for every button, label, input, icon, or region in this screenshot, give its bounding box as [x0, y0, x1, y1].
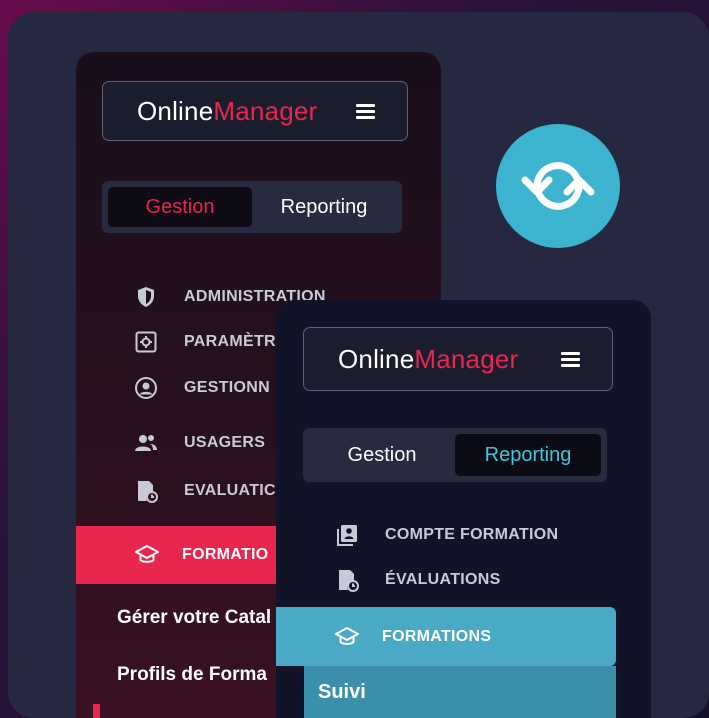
- logo: OnlineManager: [137, 95, 318, 126]
- tab-gestion[interactable]: Gestion: [108, 187, 252, 227]
- mode-switch: Gestion Reporting: [102, 181, 402, 233]
- menu-label: EVALUATIC: [184, 482, 276, 499]
- sub-item-profils[interactable]: Profils de Forma: [117, 664, 267, 686]
- sub-item-suivi[interactable]: Suivi: [304, 666, 616, 718]
- sub-item-catalogue[interactable]: Gérer votre Catal: [117, 607, 271, 629]
- evaluation-doc-icon: [134, 479, 158, 503]
- menu-item-parametres[interactable]: PARAMÈTR: [134, 330, 276, 354]
- menu-item-evaluations[interactable]: ÉVALUATIONS: [335, 568, 501, 592]
- graduation-cap-icon: [334, 625, 360, 649]
- sync-arrows-icon: [521, 162, 595, 210]
- logo-box[interactable]: OnlineManager: [303, 327, 613, 391]
- tab-reporting[interactable]: Reporting: [252, 187, 396, 227]
- users-icon: [134, 431, 158, 455]
- menu-item-evaluations[interactable]: EVALUATIC: [134, 479, 276, 503]
- mode-switch: Gestion Reporting: [303, 428, 607, 482]
- menu-item-gestionnaires[interactable]: GESTIONN: [134, 376, 270, 400]
- sub-item-label: Suivi: [318, 680, 366, 703]
- menu-item-usagers[interactable]: USAGERS: [134, 431, 265, 455]
- graduation-cap-icon: [134, 543, 160, 567]
- account-book-icon: [335, 523, 359, 547]
- active-indicator: [93, 704, 100, 718]
- menu-label: COMPTE FORMATION: [385, 526, 559, 543]
- menu-label: USAGERS: [184, 434, 266, 451]
- sync-badge: [496, 124, 620, 248]
- evaluation-doc-icon: [335, 568, 359, 592]
- menu-label: PARAMÈTR: [184, 333, 276, 350]
- reporting-panel: OnlineManager Gestion Reporting COMPTE F…: [276, 300, 651, 718]
- menu-item-compte-formation[interactable]: COMPTE FORMATION: [335, 523, 558, 547]
- tab-reporting[interactable]: Reporting: [455, 434, 601, 476]
- menu-label: FORMATIONS: [382, 627, 492, 645]
- shield-icon: [134, 285, 158, 309]
- logo: OnlineManager: [338, 343, 519, 374]
- hamburger-menu-icon[interactable]: [356, 104, 375, 119]
- settings-gear-icon: [134, 330, 158, 354]
- menu-label: ÉVALUATIONS: [385, 571, 501, 588]
- logo-box[interactable]: OnlineManager: [102, 81, 408, 141]
- menu-label: GESTIONN: [184, 379, 270, 396]
- menu-label: FORMATIO: [182, 546, 269, 563]
- hamburger-menu-icon[interactable]: [561, 352, 580, 367]
- menu-item-formations-active[interactable]: FORMATIONS: [276, 607, 616, 666]
- user-circle-icon: [134, 376, 158, 400]
- tab-gestion[interactable]: Gestion: [309, 434, 455, 476]
